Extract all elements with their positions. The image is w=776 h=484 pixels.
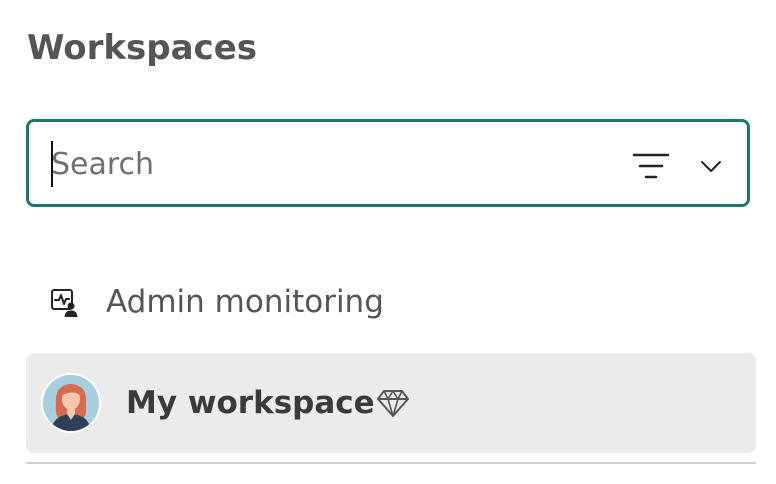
person-avatar-icon [43, 375, 99, 431]
workspaces-panel: Workspaces Admin monitoring [0, 0, 776, 484]
workspace-item-admin-monitoring[interactable]: Admin monitoring [26, 270, 756, 342]
search-input[interactable] [51, 140, 591, 188]
avatar [41, 373, 101, 433]
chevron-down-icon[interactable] [699, 155, 723, 177]
divider [26, 462, 756, 464]
search-box[interactable] [26, 119, 750, 207]
workspace-item-my-workspace[interactable]: My workspace [26, 353, 756, 453]
diamond-icon [377, 390, 409, 417]
workspace-label: My workspace [126, 385, 375, 421]
filter-icon[interactable] [632, 151, 670, 181]
monitoring-icon [51, 289, 78, 317]
text-cursor [51, 141, 53, 187]
page-title: Workspaces [27, 28, 257, 68]
workspace-label: Admin monitoring [106, 284, 384, 320]
